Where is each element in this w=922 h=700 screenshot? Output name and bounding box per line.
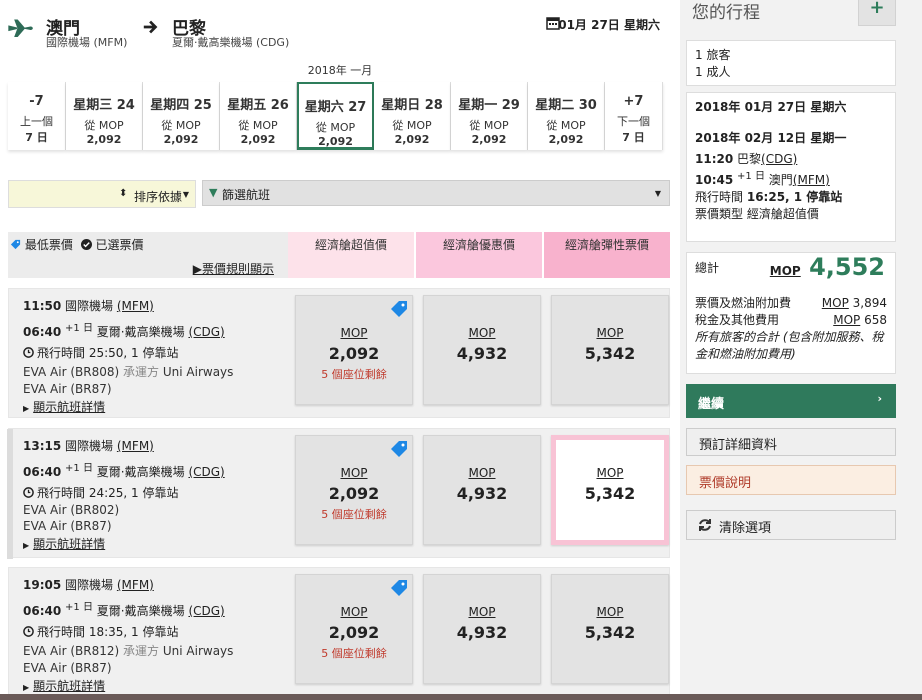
fare-option-discount[interactable]: MOP 4,932	[423, 435, 541, 545]
date-selector: -7 上一個 7 日 星期三 24 從 MOP 2,092 星期四 25 從 M…	[8, 82, 670, 150]
date-tab-26[interactable]: 星期五 26 從 MOP 2,092	[220, 82, 297, 150]
clear-selection-button[interactable]: 清除選項	[686, 510, 896, 540]
duration: 飛行時間 18:35, 1 停靠站	[37, 625, 179, 639]
filter-label: 篩選航班	[222, 188, 271, 202]
filter-dropdown[interactable]: ▼ 篩選航班 ▼	[202, 180, 670, 206]
triangle-right-icon: ▶	[23, 683, 30, 692]
route-header: 澳門 國際機場 (MFM) 巴黎 夏爾·戴高樂機場 (CDG) 01月 27日 …	[6, 12, 676, 52]
dep-time: 13:15	[23, 439, 62, 453]
fare-option-flexible[interactable]: MOP 5,342	[551, 574, 669, 684]
total-price: MOP 4,552	[769, 253, 885, 281]
chevron-down-icon: ▼	[654, 189, 661, 198]
flight-results: 澳門 國際機場 (MFM) 巴黎 夏爾·戴高樂機場 (CDG) 01月 27日 …	[0, 0, 680, 700]
fare-option-discount[interactable]: MOP 4,932	[423, 295, 541, 405]
dest-airport: 夏爾·戴高樂機場 (CDG)	[172, 36, 290, 49]
sort-label: 排序依據	[134, 190, 183, 204]
clock-icon	[23, 626, 34, 637]
show-flight-details-link[interactable]: ▶ 顯示航班詳情	[23, 535, 293, 552]
fare-option-super-value[interactable]: MOP 2,092 5 個座位剩餘	[295, 435, 413, 545]
prev-week-button[interactable]: -7 上一個 7 日	[8, 82, 66, 150]
flight-row: 11:50 國際機場 (MFM) 06:40 +1 日 夏爾·戴高樂機場 (CD…	[8, 288, 670, 418]
dep-time: 11:50	[23, 299, 62, 313]
triangle-right-icon: ▶	[23, 404, 30, 413]
clock-icon	[23, 347, 34, 358]
fare-option-super-value[interactable]: MOP 2,092 5 個座位剩餘	[295, 574, 413, 684]
sort-arrows-icon: ⬍	[119, 188, 128, 199]
lowest-price-tag-icon	[391, 580, 407, 596]
fare-rules-link[interactable]: ▶票價規則顯示	[193, 260, 274, 277]
fare-header-super-value: 經濟艙超值價	[288, 232, 414, 278]
lowest-price-tag-icon	[10, 239, 21, 250]
arr-time: 06:40	[23, 465, 62, 479]
flight-row: 19:05 國際機場 (MFM) 06:40 +1 日 夏爾·戴高樂機場 (CD…	[8, 567, 670, 697]
price-summary: 總計 MOP 4,552 票價及燃油附加費 MOP 3,894 稅金及其他費用 MO…	[686, 252, 896, 374]
page: 澳門 國際機場 (MFM) 巴黎 夏爾·戴高樂機場 (CDG) 01月 27日 …	[0, 0, 922, 700]
date-tab-30[interactable]: 星期二 30 從 MOP 2,092	[528, 82, 605, 150]
fare-option-flexible-selected[interactable]: MOP 5,342	[551, 435, 669, 545]
triangle-right-icon: ▶	[192, 262, 202, 276]
selected-fare-label: 已選票價	[95, 238, 144, 252]
arrow-right-icon	[143, 20, 158, 34]
date-tab-25[interactable]: 星期四 25 從 MOP 2,092	[143, 82, 220, 150]
clock-icon	[23, 487, 34, 498]
continue-button[interactable]: 繼續 ›	[686, 384, 896, 418]
date-tab-29[interactable]: 星期一 29 從 MOP 2,092	[451, 82, 528, 150]
triangle-right-icon: ▶	[23, 541, 30, 550]
booking-details-button[interactable]: 預訂詳細資料	[686, 428, 896, 456]
next-week-button[interactable]: +7 下一個 7 日	[605, 82, 663, 150]
plane-icon	[8, 19, 33, 37]
lowest-price-label: 最低票價	[24, 238, 73, 252]
lowest-price-tag-icon	[391, 301, 407, 317]
chevron-down-icon: ▼	[182, 190, 189, 199]
date-tab-27-selected[interactable]: 星期六 27 從 MOP 2,092	[297, 82, 374, 150]
fare-option-flexible[interactable]: MOP 5,342	[551, 295, 669, 405]
chevron-right-icon: ›	[877, 392, 882, 405]
refresh-icon	[699, 519, 711, 531]
lowest-price-tag-icon	[391, 441, 407, 457]
duration: 飛行時間 24:25, 1 停靠站	[37, 486, 179, 500]
window-bottom-edge	[0, 694, 922, 700]
fare-header-flexible: 經濟艙彈性票價	[544, 232, 670, 278]
fare-option-super-value[interactable]: MOP 2,092 5 個座位剩餘	[295, 295, 413, 405]
fare-header-discount: 經濟艙優惠價	[416, 232, 542, 278]
origin-airport: 國際機場 (MFM)	[46, 36, 128, 49]
funnel-icon: ▼	[209, 186, 218, 199]
travel-date: 01月 27日 星期六	[558, 18, 660, 32]
sort-dropdown[interactable]: ⬍ 排序依據 ▼	[8, 180, 196, 208]
fare-info-button[interactable]: 票價說明	[686, 465, 896, 495]
show-flight-details-link[interactable]: ▶ 顯示航班詳情	[23, 677, 293, 694]
arr-time: 06:40	[23, 325, 62, 339]
date-tab-28[interactable]: 星期日 28 從 MOP 2,092	[374, 82, 451, 150]
fare-legend: 最低票價 已選票價 ▶票價規則顯示	[8, 232, 288, 278]
show-flight-details-link[interactable]: ▶ 顯示航班詳情	[23, 398, 293, 415]
passenger-summary: 1 旅客 1 成人	[686, 40, 896, 86]
selected-row-indicator	[7, 429, 13, 559]
itinerary-panel: 您的行程 + 1 旅客 1 成人 2018年 01月 27日 星期六 2018年…	[680, 0, 922, 700]
total-note: 所有旅客的合計 (包含附加服務、稅金和燃油附加費用)	[695, 330, 884, 361]
flight-row: 13:15 國際機場 (MFM) 06:40 +1 日 夏爾·戴高樂機場 (CD…	[7, 428, 670, 559]
itinerary-title: 您的行程	[692, 3, 760, 23]
fare-option-discount[interactable]: MOP 4,932	[423, 574, 541, 684]
date-tab-24[interactable]: 星期三 24 從 MOP 2,092	[66, 82, 143, 150]
trip-summary: 2018年 01月 27日 星期六 2018年 02月 12日 星期一 11:2…	[686, 92, 896, 242]
arr-time: 06:40	[23, 604, 62, 618]
plus-button[interactable]: +	[858, 0, 896, 26]
duration: 飛行時間 25:50, 1 停靠站	[37, 346, 179, 360]
check-circle-icon	[80, 239, 92, 250]
month-label: 2018年 一月	[307, 64, 373, 77]
dep-time: 19:05	[23, 578, 62, 592]
